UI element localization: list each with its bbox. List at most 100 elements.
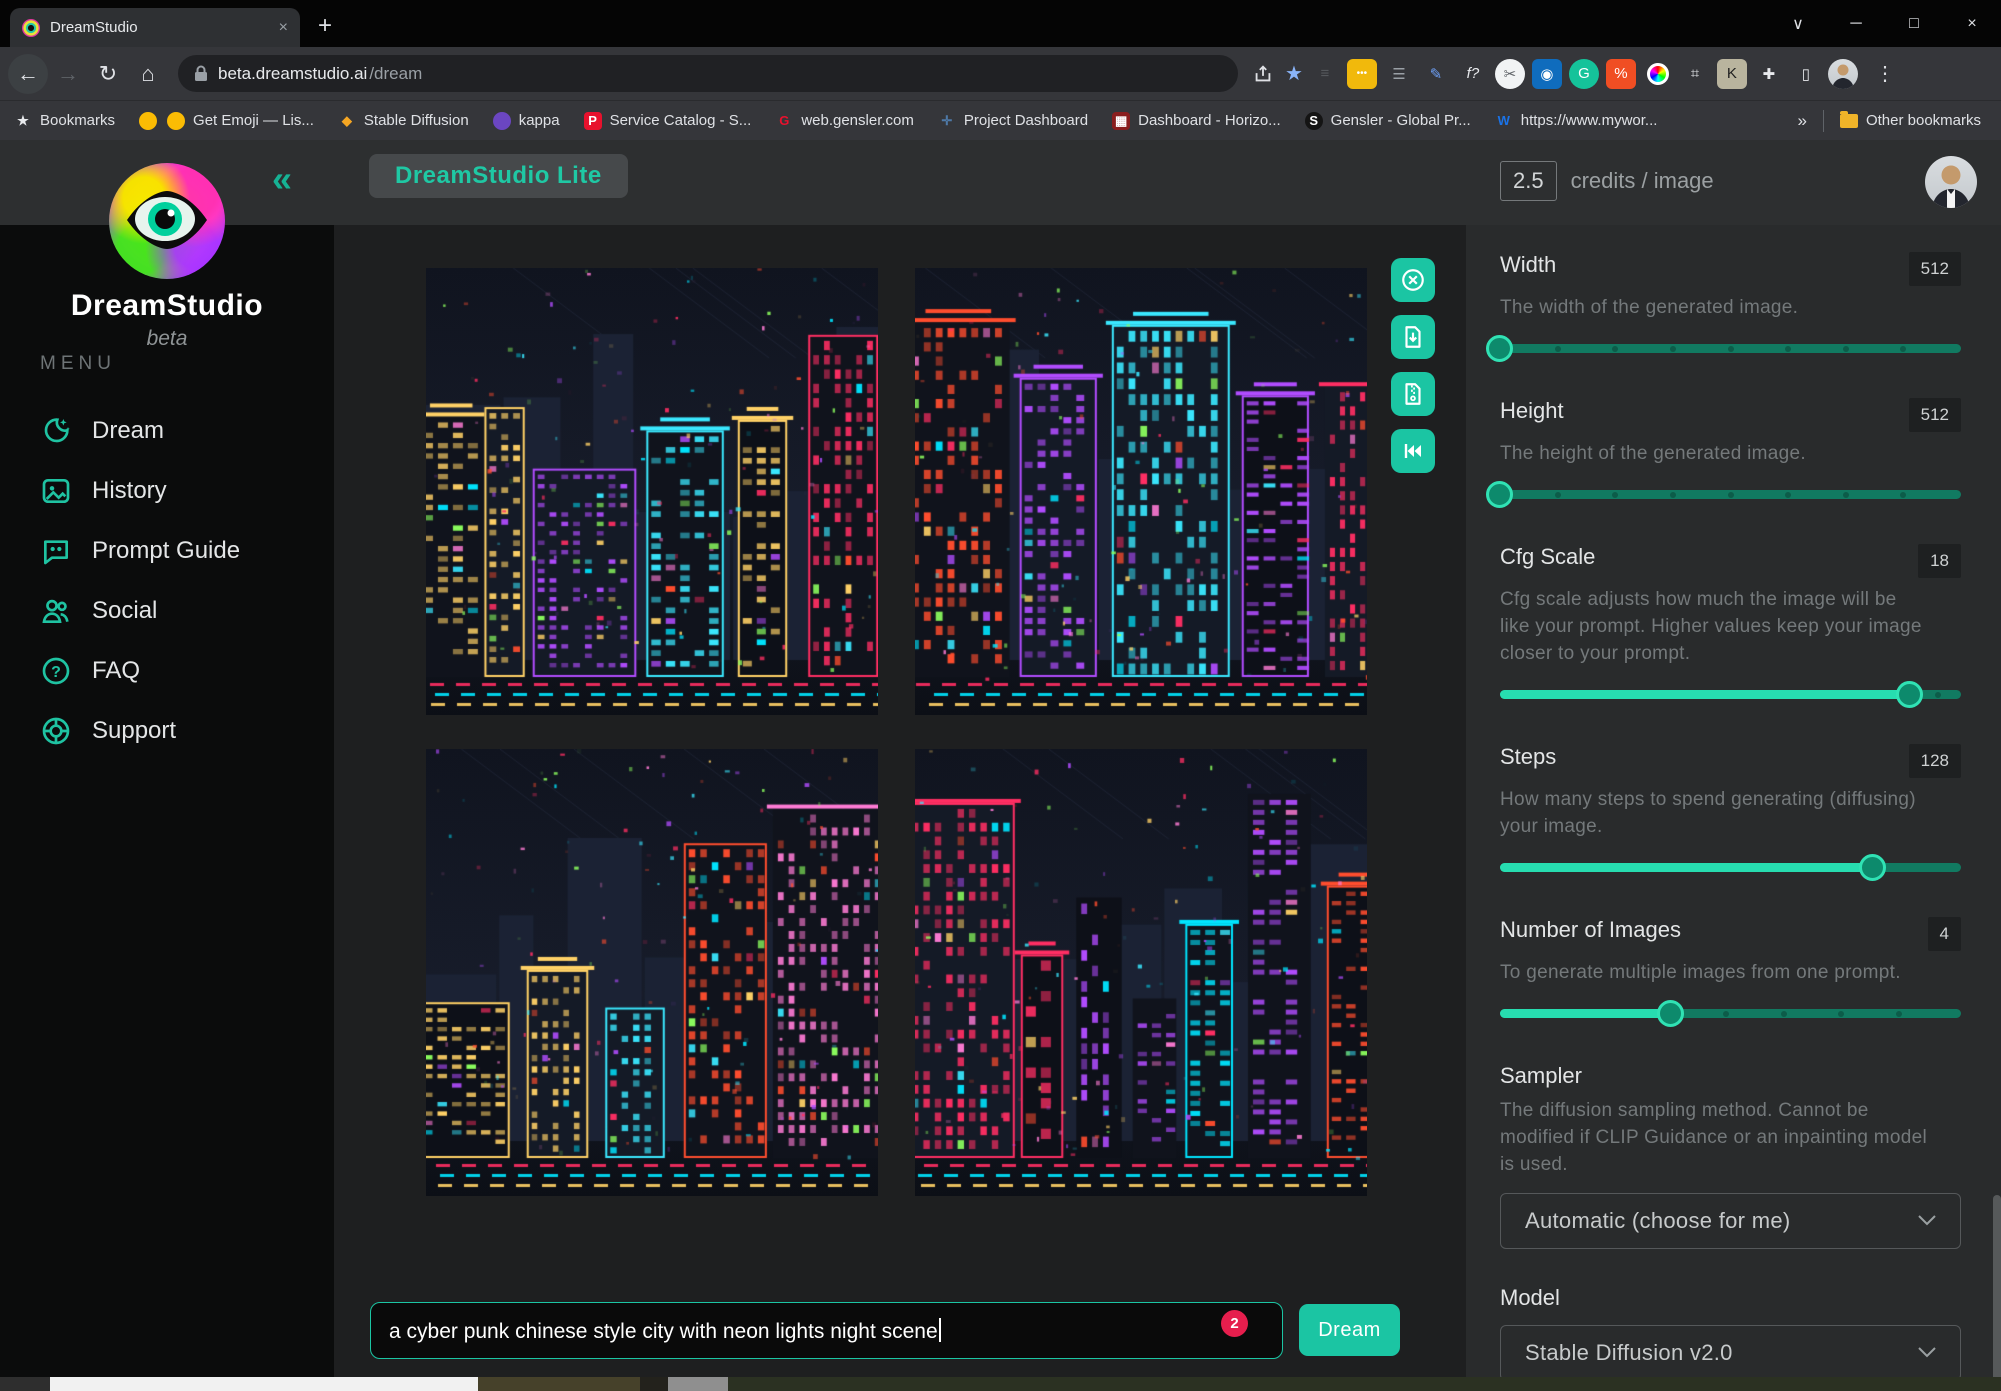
question-circle-icon: ? bbox=[42, 657, 70, 685]
side-panel-icon[interactable]: ▯ bbox=[1791, 59, 1821, 89]
forward-icon[interactable]: → bbox=[48, 54, 88, 94]
sidebar-item-prompt-guide[interactable]: Prompt Guide bbox=[0, 521, 334, 581]
back-icon[interactable]: ← bbox=[8, 53, 48, 94]
width-control: Width 512 The width of the generated ima… bbox=[1486, 252, 1961, 362]
height-slider[interactable] bbox=[1486, 480, 1961, 508]
dreamstudio-lite-button[interactable]: DreamStudio Lite bbox=[369, 154, 628, 198]
tab-search-icon[interactable]: ∨ bbox=[1769, 0, 1827, 47]
get-emoji-bookmark-icon bbox=[167, 111, 186, 130]
crop-extension-icon[interactable]: ⌗ bbox=[1680, 59, 1710, 89]
new-tab-button[interactable]: + bbox=[318, 14, 332, 38]
slider-thumb[interactable] bbox=[1896, 680, 1924, 708]
home-icon[interactable]: ⌂ bbox=[128, 54, 168, 94]
project-dashboard-bookmark[interactable]: ✛ Project Dashboard bbox=[938, 112, 1088, 130]
other-bookmarks[interactable]: Other bookmarks bbox=[1839, 110, 1981, 129]
address-bar[interactable]: beta.dreamstudio.ai/dream bbox=[178, 55, 1238, 92]
slider-thumb[interactable] bbox=[1486, 334, 1513, 362]
generated-image-3[interactable] bbox=[426, 749, 878, 1196]
gensler-global-bookmark[interactable]: S Gensler - Global Pr... bbox=[1304, 111, 1471, 130]
slider-thumb[interactable] bbox=[1859, 853, 1887, 881]
extensions-puzzle-icon[interactable]: ✚ bbox=[1754, 59, 1784, 89]
other-bookmarks-label: Other bookmarks bbox=[1865, 112, 1981, 129]
url-host: beta.dreamstudio.ai bbox=[218, 63, 368, 83]
bookmark-label: Bookmarks bbox=[40, 112, 116, 129]
url-path: /dream bbox=[369, 63, 423, 83]
dashboard-horizon-bookmark[interactable]: ▦ Dashboard - Horizo... bbox=[1112, 111, 1281, 130]
myworkday-bookmark[interactable]: Whttps://www.mywor... bbox=[1495, 112, 1658, 130]
panel-scrollbar[interactable] bbox=[1993, 1195, 2001, 1391]
width-slider[interactable] bbox=[1486, 334, 1961, 362]
tab-close-icon[interactable]: × bbox=[279, 19, 288, 37]
download-image-button[interactable] bbox=[1391, 315, 1435, 359]
slider-tick bbox=[1934, 691, 1941, 698]
width-description: The width of the generated image. bbox=[1500, 297, 1799, 318]
user-avatar[interactable] bbox=[1925, 156, 1977, 208]
taskbar-segment bbox=[668, 1377, 728, 1391]
stable-diffusion-bookmark[interactable]: ◆ Stable Diffusion bbox=[338, 112, 469, 130]
dream-button[interactable]: Dream bbox=[1299, 1304, 1400, 1356]
sidebar-item-support[interactable]: Support bbox=[0, 701, 334, 761]
slider-tick bbox=[1842, 345, 1849, 352]
sidebar-item-social[interactable]: Social bbox=[0, 581, 334, 641]
download-zip-button[interactable] bbox=[1391, 372, 1435, 416]
cfg-scale-slider[interactable] bbox=[1500, 680, 1961, 708]
camera-extension-icon[interactable]: ◉ bbox=[1531, 58, 1562, 89]
keka-extension-icon[interactable]: K bbox=[1716, 58, 1747, 89]
sidebar-item-dream[interactable]: Dream bbox=[0, 401, 334, 461]
ladder-extension-icon[interactable]: ☰ bbox=[1384, 59, 1414, 89]
generated-image-4[interactable] bbox=[915, 749, 1367, 1196]
slider-thumb[interactable] bbox=[1656, 999, 1684, 1027]
previous-results-button[interactable] bbox=[1391, 429, 1435, 473]
emoji-favicon[interactable] bbox=[139, 111, 158, 130]
service-catalog-bookmark[interactable]: P Service Catalog - S... bbox=[583, 111, 751, 130]
lock-icon bbox=[195, 65, 207, 81]
model-label: Model bbox=[1500, 1284, 1560, 1310]
color-wheel-extension-icon[interactable] bbox=[1643, 59, 1673, 89]
reload-icon[interactable]: ↻ bbox=[88, 54, 128, 94]
slider-tick bbox=[1785, 345, 1792, 352]
generated-image-2[interactable] bbox=[915, 268, 1367, 715]
model-select[interactable]: Stable Diffusion v2.0 bbox=[1500, 1324, 1961, 1381]
maximize-button[interactable]: □ bbox=[1885, 0, 1943, 47]
slider-thumb[interactable] bbox=[1486, 480, 1513, 508]
logo-block: DreamStudio beta bbox=[0, 163, 334, 351]
gensler-web-bookmark[interactable]: Gweb.gensler.com bbox=[775, 112, 914, 130]
cfg-scale-value: 18 bbox=[1918, 543, 1961, 578]
kappa-bookmark[interactable]: kappa bbox=[492, 111, 560, 130]
height-description: The height of the generated image. bbox=[1500, 442, 1806, 464]
generated-image-1[interactable] bbox=[426, 268, 878, 715]
sampler-select[interactable]: Automatic (choose for me) bbox=[1500, 1192, 1961, 1249]
browser-menu-icon[interactable]: ⋮ bbox=[1865, 61, 1905, 86]
close-window-button[interactable]: × bbox=[1943, 0, 2001, 47]
steps-slider[interactable] bbox=[1500, 853, 1961, 881]
clear-results-button[interactable] bbox=[1391, 258, 1435, 302]
number-of-images-control: Number of Images 4 To generate multiple … bbox=[1500, 916, 1961, 1027]
prompt-input[interactable]: a cyber punk chinese style city with neo… bbox=[370, 1302, 1283, 1359]
browser-tab[interactable]: DreamStudio × bbox=[10, 8, 300, 47]
sidebar-item-history[interactable]: History bbox=[0, 461, 334, 521]
dots-extension-icon[interactable]: ••• bbox=[1346, 58, 1377, 89]
grammarly-extension-icon[interactable]: G bbox=[1568, 58, 1599, 89]
profile-avatar[interactable] bbox=[1827, 58, 1858, 89]
bookmarks-star-item[interactable]: ★ Bookmarks bbox=[14, 112, 115, 130]
sampler-selected-value: Automatic (choose for me) bbox=[1525, 1207, 1791, 1233]
sidebar-item-faq[interactable]: ? FAQ bbox=[0, 641, 334, 701]
bookmark-label: kappa bbox=[518, 112, 560, 129]
font-finder-extension-icon[interactable]: f? bbox=[1458, 59, 1488, 89]
kappa-bookmark-icon bbox=[492, 111, 511, 130]
percent-extension-icon[interactable]: % bbox=[1605, 58, 1636, 89]
layers-extension-icon[interactable]: ≡ bbox=[1310, 59, 1340, 89]
clipper-extension-icon[interactable]: ✂ bbox=[1494, 58, 1525, 89]
bookmark-star-icon[interactable]: ★ bbox=[1285, 61, 1303, 86]
chevron-down-icon bbox=[1918, 1215, 1936, 1226]
slider-tick bbox=[1554, 491, 1561, 498]
share-icon[interactable] bbox=[1252, 63, 1274, 85]
dreamstudio-favicon bbox=[22, 18, 40, 37]
width-label: Width bbox=[1500, 252, 1557, 277]
number-of-images-slider[interactable] bbox=[1500, 999, 1961, 1027]
get-emoji-bookmark[interactable]: Get Emoji — Lis... bbox=[167, 111, 314, 130]
taskbar-segment bbox=[478, 1377, 640, 1391]
minimize-button[interactable]: ─ bbox=[1827, 0, 1885, 47]
pen-extension-icon[interactable]: ✎ bbox=[1421, 59, 1451, 89]
bookmarks-overflow-icon[interactable]: » bbox=[1797, 111, 1806, 131]
